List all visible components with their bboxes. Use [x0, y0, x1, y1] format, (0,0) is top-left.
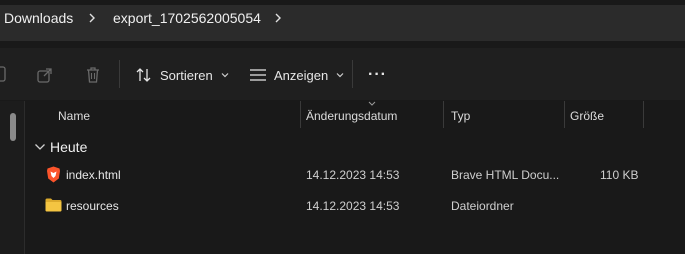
sort-label: Sortieren: [160, 67, 213, 83]
breadcrumb-item-downloads[interactable]: Downloads: [4, 10, 73, 26]
breadcrumb-item-export[interactable]: export_1702562005054: [113, 10, 261, 26]
more-options-button[interactable]: ···: [368, 62, 387, 88]
view-label: Anzeigen: [274, 67, 329, 83]
chevron-down-icon[interactable]: [34, 143, 46, 151]
column-header-size[interactable]: Größe: [570, 109, 604, 123]
column-divider[interactable]: [443, 101, 444, 128]
column-divider[interactable]: [643, 101, 644, 128]
sort-indicator-icon: [368, 101, 376, 106]
nav-pane-scrollbar[interactable]: [10, 113, 16, 141]
folder-icon: [45, 198, 62, 212]
column-divider[interactable]: [564, 101, 565, 128]
file-type: Dateiordner: [451, 199, 514, 213]
brave-html-file-icon: [47, 166, 60, 183]
column-header-type[interactable]: Typ: [451, 109, 470, 123]
sort-button[interactable]: Sortieren: [135, 62, 229, 88]
address-bar[interactable]: [0, 5, 685, 41]
file-name: resources: [66, 199, 119, 213]
file-modified: 14.12.2023 14:53: [306, 168, 400, 182]
chevron-right-icon[interactable]: [273, 10, 283, 26]
column-header-name[interactable]: Name: [58, 109, 90, 123]
file-type: Brave HTML Docu...: [451, 168, 560, 182]
file-row-resources[interactable]: resources 14.12.2023 14:53 Dateiordner: [25, 193, 685, 221]
column-divider[interactable]: [300, 101, 301, 128]
file-size: 110 KB: [600, 168, 639, 182]
share-icon[interactable]: [36, 66, 54, 84]
navigation-pane[interactable]: [0, 101, 25, 254]
toolbar-separator: [352, 60, 353, 88]
view-list-icon: [250, 69, 266, 81]
chevron-down-icon: [221, 73, 229, 78]
rename-icon[interactable]: [0, 65, 8, 83]
file-modified: 14.12.2023 14:53: [306, 199, 400, 213]
chevron-down-icon: [336, 73, 344, 78]
delete-icon[interactable]: [84, 66, 102, 84]
group-label: Heute: [50, 139, 88, 155]
sort-icon: [136, 68, 151, 82]
file-name: index.html: [66, 168, 121, 182]
group-header[interactable]: Heute: [34, 138, 87, 156]
view-button[interactable]: Anzeigen: [249, 62, 344, 88]
toolbar-separator: [119, 60, 120, 88]
file-row-index-html[interactable]: index.html 14.12.2023 14:53 Brave HTML D…: [25, 162, 685, 190]
column-header-modified[interactable]: Änderungsdatum: [306, 109, 397, 123]
chevron-right-icon[interactable]: [87, 10, 97, 26]
